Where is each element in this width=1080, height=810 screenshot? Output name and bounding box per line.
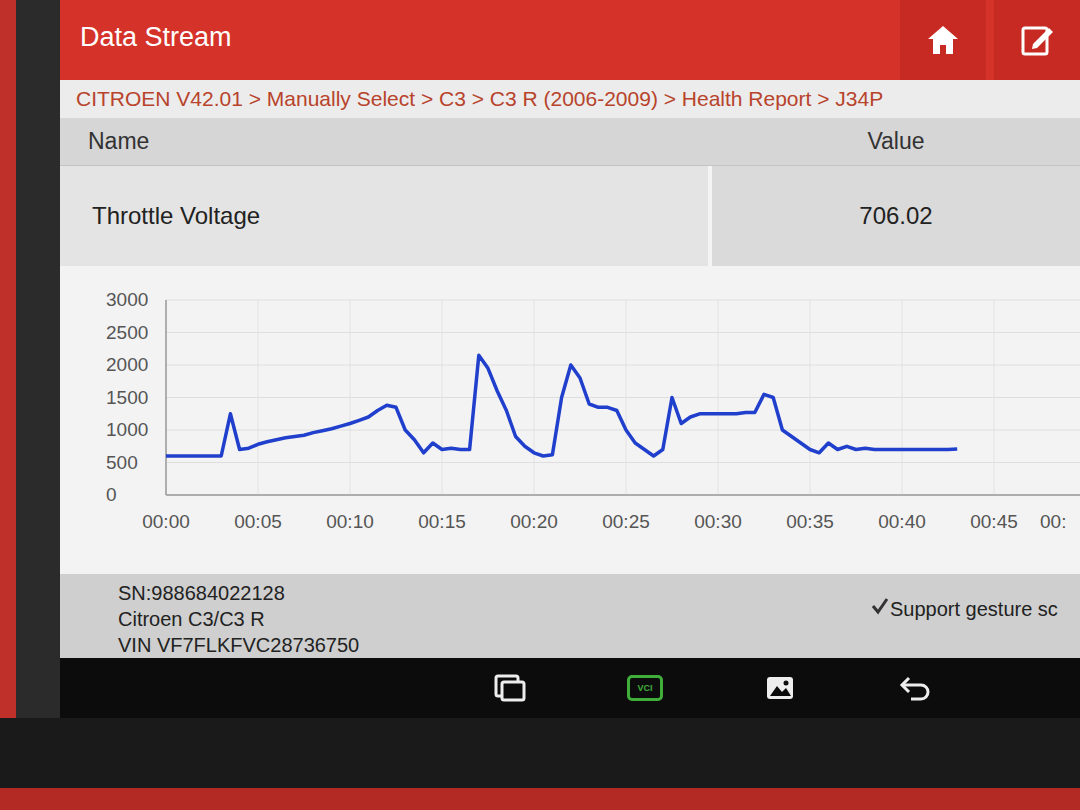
parameter-name: Throttle Voltage — [92, 198, 260, 234]
x-tick-label: 00:45 — [948, 511, 1040, 533]
y-tick-label: 500 — [106, 453, 166, 473]
gesture-hint: Support gesture sc — [890, 594, 1058, 624]
grid-line — [166, 332, 1080, 333]
y-tick-label: 1000 — [106, 420, 166, 440]
x-tick-label: 00: — [1040, 511, 1080, 533]
navigation-bar: VCI — [60, 658, 1080, 718]
grid-line — [626, 300, 627, 495]
breadcrumb: CITROEN V42.01 > Manually Select > C3 > … — [60, 80, 1080, 118]
grid-line — [166, 397, 1080, 398]
y-tick-label: 2500 — [106, 323, 166, 343]
tablet-bezel-left — [0, 0, 60, 718]
grid-line — [166, 462, 1080, 463]
grid-line — [810, 300, 811, 495]
header-bar: Data Stream — [60, 0, 1080, 80]
x-axis-line — [166, 494, 1080, 496]
x-tick-label: 00:30 — [672, 511, 764, 533]
edit-button[interactable] — [994, 0, 1080, 80]
y-axis-line — [165, 300, 167, 495]
footer-line: Citroen C3/C3 R — [118, 606, 760, 632]
x-axis: 00:0000:0500:1000:1500:2000:2500:3000:35… — [60, 511, 1080, 533]
edit-icon — [1019, 22, 1055, 58]
grid-line — [166, 300, 167, 495]
x-tick-label: 00:20 — [488, 511, 580, 533]
footer-line: VIN VF7FLKFVC28736750 — [118, 632, 760, 658]
breadcrumb-text: CITROEN V42.01 > Manually Select > C3 > … — [76, 83, 883, 115]
grid-line — [166, 495, 1080, 496]
chart[interactable]: 3000 2500 2000 1500 1000 500 0 00:0000:0500:10… — [60, 266, 1080, 574]
x-tick-label: 00:05 — [212, 511, 304, 533]
y-axis: 3000 2500 2000 1500 1000 500 0 — [60, 290, 166, 505]
y-tick-label: 1500 — [106, 388, 166, 408]
grid-line — [534, 300, 535, 495]
grid-line — [258, 300, 259, 495]
grid-line — [442, 300, 443, 495]
plot-area — [166, 300, 1080, 505]
series-line — [166, 355, 957, 456]
grid-line — [166, 430, 1080, 431]
x-tick-label: 00:00 — [120, 511, 212, 533]
tablet-bezel-bottom — [0, 718, 1080, 810]
x-tick-label: 00:15 — [396, 511, 488, 533]
grid-line — [718, 300, 719, 495]
column-header: Value — [867, 124, 924, 159]
vci-button[interactable]: VCI — [627, 675, 663, 701]
parameter-value: 706.02 — [859, 198, 932, 234]
x-tick-label: 00:40 — [856, 511, 948, 533]
grid-line — [166, 300, 1080, 301]
y-tick-label: 2000 — [106, 355, 166, 375]
home-icon — [925, 23, 961, 57]
grid-line — [902, 300, 903, 495]
page-title: Data Stream — [80, 17, 232, 58]
grid-line — [166, 365, 1080, 366]
gesture-icon — [870, 596, 890, 616]
grid-line — [350, 300, 351, 495]
footer-line: SN:988684022128 — [118, 580, 760, 606]
y-tick-label: 0 — [106, 485, 166, 505]
home-button[interactable] — [900, 0, 986, 80]
y-tick-label: 3000 — [106, 290, 166, 310]
x-tick-label: 00:35 — [764, 511, 856, 533]
x-tick-label: 00:10 — [304, 511, 396, 533]
vci-label: VCI — [637, 684, 652, 693]
column-header: Name — [88, 124, 149, 159]
table-header: Name Value — [60, 118, 1080, 166]
back-icon[interactable] — [897, 672, 933, 704]
grid-line — [994, 300, 995, 495]
screen: Data Stream CITROEN V42.01 > Manually Se… — [60, 0, 1080, 718]
table-row[interactable]: Throttle Voltage 706.02 — [60, 166, 1080, 266]
info-footer: SN:988684022128Citroen C3/C3 RVIN VF7FLK… — [60, 574, 1080, 658]
x-tick-label: 00:25 — [580, 511, 672, 533]
recent-apps-icon[interactable] — [492, 672, 528, 704]
gallery-icon[interactable] — [762, 672, 798, 704]
